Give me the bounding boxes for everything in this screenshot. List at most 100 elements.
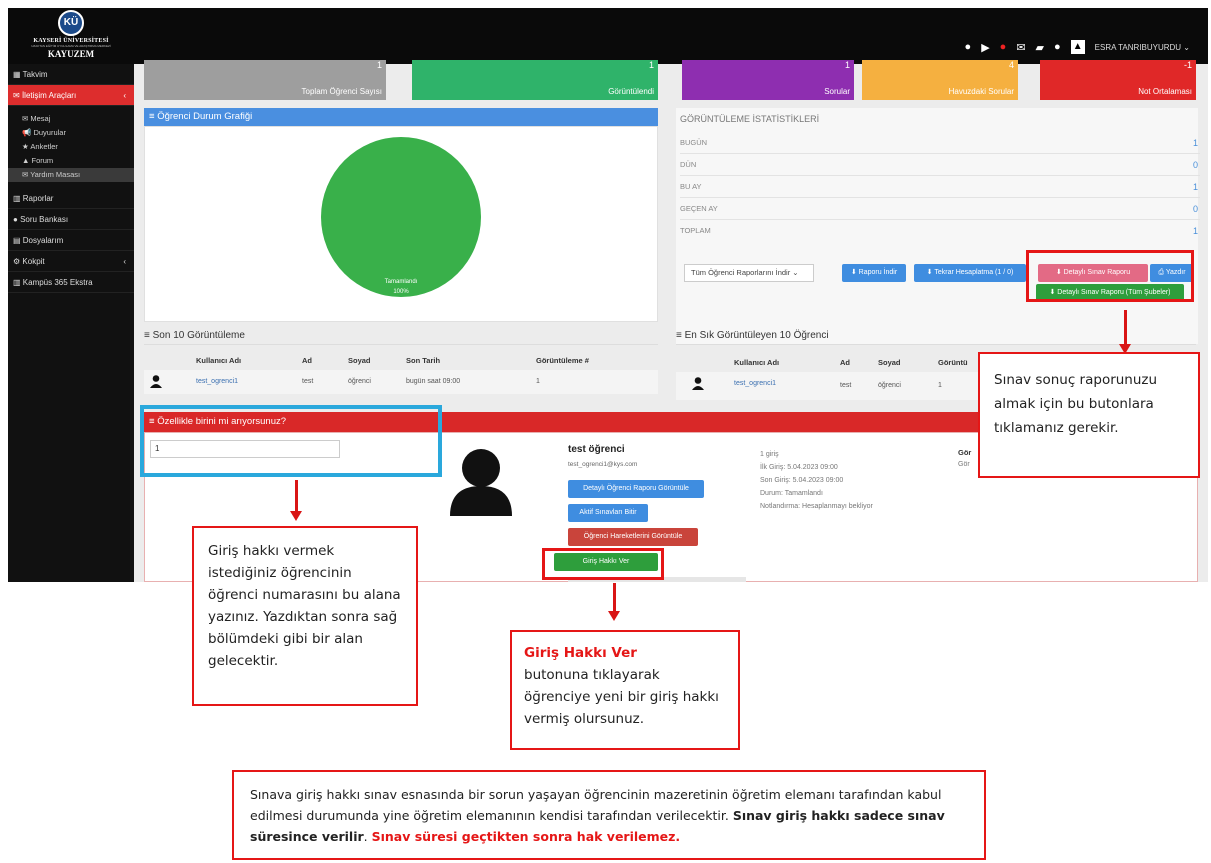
- stat-card-students[interactable]: 1 Toplam Öğrenci Sayısı: [144, 60, 386, 100]
- stat-card-pool[interactable]: 4 Havuzdaki Sorular: [862, 60, 1018, 100]
- sidebar-item-iletisim[interactable]: ✉ İletişim Araçları ‹: [8, 85, 134, 106]
- download-report-button[interactable]: ⬇ Raporu İndir: [842, 264, 906, 282]
- student-activity-button[interactable]: Öğrenci Hareketlerini Görüntüle: [568, 528, 698, 546]
- grant-note-title: Giriş Hakkı Ver: [524, 645, 637, 661]
- pie-chart: Tamamlandı 100%: [321, 137, 481, 297]
- pie-slice-label: Tamamlandı: [385, 279, 418, 285]
- sidebar-subitem-mesaj[interactable]: ✉ Mesaj: [8, 112, 134, 126]
- logo-short: KAYUZEM: [47, 49, 95, 59]
- search-input-highlight: [140, 405, 442, 477]
- table-cell: 1: [938, 382, 942, 389]
- grant-note-text: butonuna tıklayarak öğrenciye yeni bir g…: [524, 667, 719, 727]
- stats-title: GÖRÜNTÜLEME İSTATİSTİKLERİ: [680, 114, 820, 124]
- stat-row-value: 1: [1192, 226, 1198, 236]
- stat-row-label: BU AY: [680, 182, 702, 191]
- top-navbar: KÜ KAYSERİ ÜNİVERSİTESİ UZAKTAN EĞİTİM U…: [8, 8, 1208, 64]
- top-icons: ● ▶ ● ✉ ▰ ● ▲ ESRA TANRIBUYURDU ⌄: [965, 40, 1190, 54]
- last-login: Son Giriş: 5.04.2023 09:00: [760, 477, 844, 484]
- stat-value: 1: [376, 60, 382, 70]
- sidebar-item-label: Yardım Masası: [30, 170, 81, 179]
- notification-icon[interactable]: ●: [1000, 41, 1007, 53]
- top-views-title: ≡ En Sık Görüntüleyen 10 Öğrenci: [676, 330, 829, 341]
- sidebar-item-kokpit[interactable]: ⚙ Kokpit ‹: [8, 251, 134, 272]
- book-icon[interactable]: ▰: [1036, 41, 1044, 54]
- user-name: ESRA TANRIBUYURDU: [1094, 42, 1182, 52]
- logo[interactable]: KÜ KAYSERİ ÜNİVERSİTESİ UZAKTAN EĞİTİM U…: [8, 8, 134, 64]
- stat-card-average[interactable]: -1 Not Ortalaması: [1040, 60, 1196, 100]
- play-store-icon[interactable]: ▶: [981, 41, 989, 54]
- stat-row-value: 1: [1192, 182, 1198, 192]
- user-icon: [692, 377, 704, 390]
- sidebar-item-takvim[interactable]: ▦ Takvim: [8, 64, 134, 85]
- arrow-down-icon: [1119, 310, 1131, 354]
- sidebar-subitem-yardim[interactable]: ✉ Yardım Masası: [8, 168, 134, 182]
- stat-label: Not Ortalaması: [1138, 87, 1192, 96]
- student-email: test_ogrenci1@kys.com: [568, 461, 638, 468]
- user-menu[interactable]: ESRA TANRIBUYURDU ⌄: [1095, 43, 1190, 52]
- button-label: Raporu İndir: [858, 269, 898, 276]
- stat-row-label: TOPLAM: [680, 226, 711, 235]
- bottom-note-callout: Sınava giriş hakkı sınav esnasında bir s…: [232, 770, 986, 860]
- stat-card-viewed[interactable]: 1 Görüntülendi: [412, 60, 658, 100]
- stat-row-this-month: BU AY 1: [680, 176, 1200, 198]
- chat-icon[interactable]: ●: [1054, 41, 1061, 53]
- column-header: Görüntüleme #: [536, 356, 589, 365]
- chart-panel-title: Öğrenci Durum Grafiği: [157, 111, 253, 122]
- recalc-button[interactable]: ⬇ Tekrar Hesaplatma (1 / 0): [914, 264, 1026, 282]
- sidebar-item-raporlar[interactable]: ▥ Raporlar: [8, 188, 134, 209]
- table-cell: öğrenci: [348, 378, 371, 385]
- section-title-text: Son 10 Görüntüleme: [152, 330, 245, 341]
- stat-row-label: DÜN: [680, 160, 697, 169]
- apple-icon[interactable]: ●: [965, 41, 972, 53]
- grant-button-highlight: [542, 548, 664, 580]
- table-cell: öğrenci: [878, 382, 901, 389]
- user-icon: [150, 375, 162, 388]
- username-link[interactable]: test_ogrenci1: [734, 380, 776, 387]
- end-active-exams-button[interactable]: Aktif Sınavları Bitir: [568, 504, 648, 522]
- arrow-down-icon: [290, 480, 302, 521]
- button-label: Tekrar Hesaplatma (1 / 0): [934, 269, 1014, 276]
- chart-panel-header: ≡ Öğrenci Durum Grafiği: [144, 108, 658, 126]
- logo-emblem: KÜ: [58, 10, 84, 36]
- stat-label: Sorular: [824, 87, 850, 96]
- stat-card-questions[interactable]: 1 Sorular: [682, 60, 854, 100]
- pie-slice-percent: 100%: [393, 289, 409, 295]
- sidebar-subitem-duyurular[interactable]: 📢 Duyurular: [8, 126, 134, 140]
- column-header: Ad: [840, 358, 850, 367]
- column-header: Kullanıcı Adı: [734, 358, 780, 367]
- divider: [676, 344, 1196, 345]
- table-cell: 1: [536, 378, 540, 385]
- arrow-down-icon: [608, 583, 620, 621]
- stat-row-label: BUGÜN: [680, 138, 708, 147]
- column-header: Görüntü: [938, 358, 968, 367]
- grading-status: Notlandırma: Hesaplanmayı bekliyor: [760, 503, 873, 510]
- stat-row-total: TOPLAM 1: [680, 220, 1200, 242]
- detailed-student-report-button[interactable]: Detaylı Öğrenci Raporu Görüntüle: [568, 480, 704, 498]
- divider: [144, 344, 658, 345]
- sidebar-subitem-forum[interactable]: ▲ Forum: [8, 154, 134, 168]
- sidebar-item-dosyalarim[interactable]: ▤ Dosyalarım: [8, 230, 134, 251]
- sidebar-item-kampus[interactable]: ▥ Kampüs 365 Ekstra: [8, 272, 134, 293]
- sidebar-item-label: Kokpit: [22, 257, 45, 266]
- first-login: İlk Giriş: 5.04.2023 09:00: [760, 464, 838, 471]
- bottom-note-warning: Sınav süresi geçtikten sonra hak verilem…: [371, 829, 681, 844]
- page: KÜ KAYSERİ ÜNİVERSİTESİ UZAKTAN EĞİTİM U…: [0, 0, 1211, 863]
- sidebar-subitem-anketler[interactable]: ★ Anketler: [8, 140, 134, 154]
- username-link[interactable]: test_ogrenci1: [196, 378, 238, 385]
- sidebar-item-label: Anketler: [30, 142, 58, 151]
- stat-value: -1: [1183, 60, 1192, 70]
- mail-icon[interactable]: ✉: [1016, 41, 1025, 54]
- section-title-text: En Sık Görüntüleyen 10 Öğrenci: [684, 330, 829, 341]
- sidebar-item-soru-bankasi[interactable]: ● Soru Bankası: [8, 209, 134, 230]
- grant-note-callout: Giriş Hakkı Ver butonuna tıklayarak öğre…: [510, 630, 740, 750]
- right-column-value: Gör: [958, 461, 970, 468]
- avatar[interactable]: ▲: [1070, 40, 1085, 54]
- sidebar-item-label: Mesaj: [30, 114, 51, 123]
- report-select[interactable]: Tüm Öğrenci Raporlarını İndir ⌄: [684, 264, 814, 282]
- sidebar-item-label: Takvim: [22, 70, 48, 79]
- sidebar-item-label: Raporlar: [22, 194, 54, 203]
- sidebar-item-label: Dosyalarım: [22, 236, 64, 245]
- report-note-callout: Sınav sonuç raporunuzu almak için bu but…: [978, 352, 1200, 478]
- pie-slice-completed[interactable]: [321, 137, 481, 297]
- chevron-left-icon: ‹: [123, 257, 126, 266]
